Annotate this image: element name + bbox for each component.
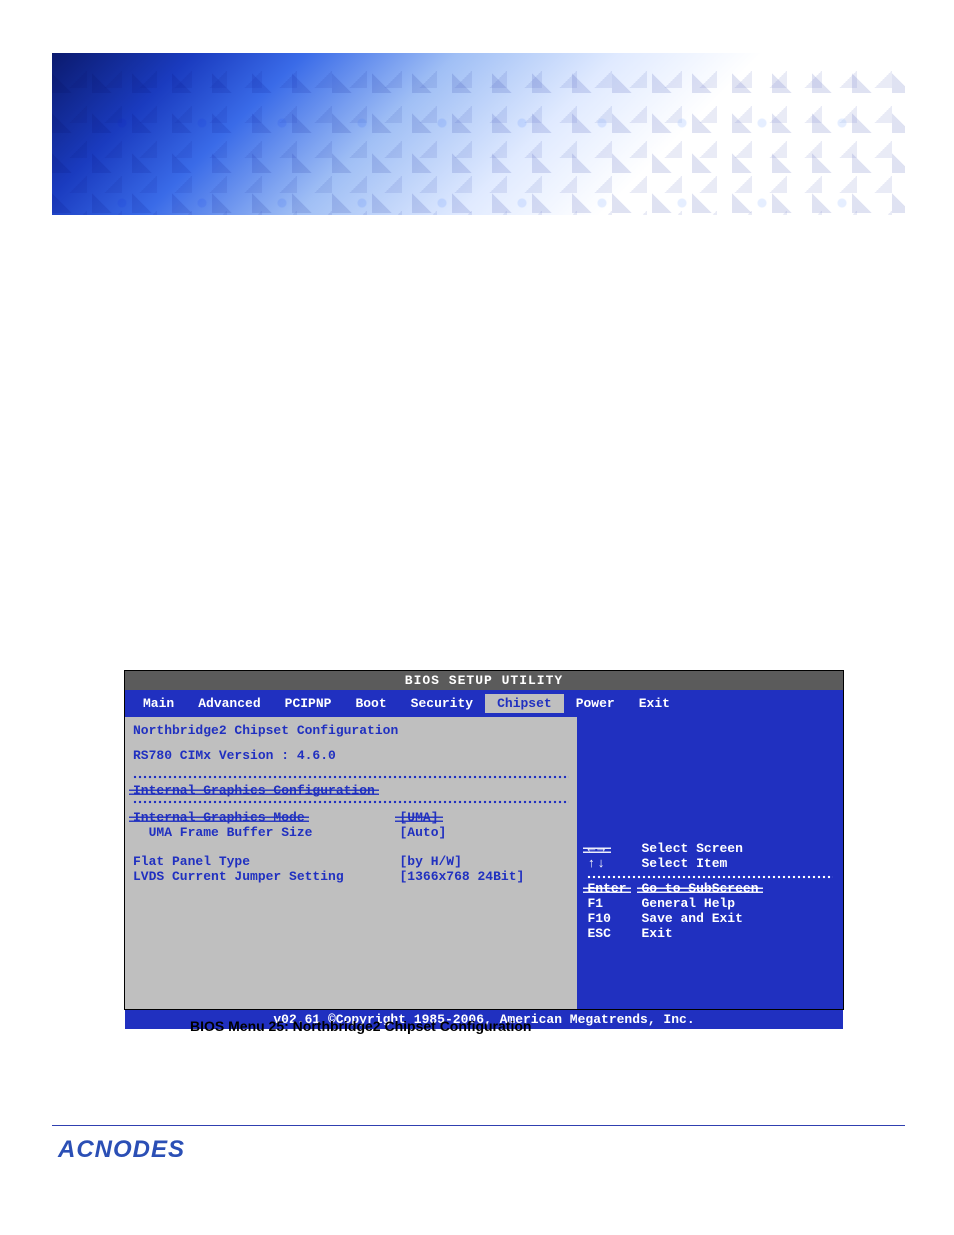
help-select-screen: ←→ Select Screen (587, 841, 833, 856)
setting-value: [Auto] (399, 825, 569, 840)
setting-row-redacted[interactable]: Internal Graphics Mode [UMA] (133, 810, 569, 825)
footer-rule (52, 1125, 905, 1126)
help-subscreen-redacted: Enter Go to SubScreen (587, 881, 833, 896)
version-line: RS780 CIMx Version : 4.6.0 (133, 748, 569, 763)
bios-menu: Main Advanced PCIPNP Boot Security Chips… (125, 690, 843, 717)
divider (133, 800, 569, 804)
header-banner (52, 53, 905, 215)
setting-value: [by H/W] (399, 854, 569, 869)
help-f1: F1 General Help (587, 896, 833, 911)
tab-chipset[interactable]: Chipset (485, 694, 564, 713)
section-title: Northbridge2 Chipset Configuration (133, 723, 569, 738)
tab-boot[interactable]: Boot (343, 694, 398, 713)
help-esc: ESC Exit (587, 926, 833, 941)
setting-row-uma-buffer[interactable]: UMA Frame Buffer Size [Auto] (133, 825, 569, 840)
brand-logo: ACNODES (58, 1136, 185, 1164)
setting-label: Flat Panel Type (133, 854, 399, 869)
bios-body: Northbridge2 Chipset Configuration RS780… (125, 717, 843, 1009)
bios-title: BIOS SETUP UTILITY (125, 671, 843, 690)
figure-caption: BIOS Menu 25: Northbridge2 Chipset Confi… (190, 1018, 531, 1034)
setting-row-flat-panel[interactable]: Flat Panel Type [by H/W] (133, 854, 569, 869)
help-f10: F10 Save and Exit (587, 911, 833, 926)
group-header-redacted: Internal Graphics Configuration (133, 783, 569, 798)
setting-value: [1366x768 24Bit] (399, 869, 569, 884)
tab-advanced[interactable]: Advanced (186, 694, 272, 713)
setting-label: UMA Frame Buffer Size (133, 825, 399, 840)
setting-label: LVDS Current Jumper Setting (133, 869, 399, 884)
bios-left-panel: Northbridge2 Chipset Configuration RS780… (125, 717, 577, 1009)
tab-pcipnp[interactable]: PCIPNP (273, 694, 344, 713)
divider (133, 775, 569, 779)
setting-row-lvds-jumper[interactable]: LVDS Current Jumper Setting [1366x768 24… (133, 869, 569, 884)
tab-exit[interactable]: Exit (627, 694, 682, 713)
banner-texture (52, 53, 905, 215)
tab-security[interactable]: Security (399, 694, 485, 713)
bios-right-panel: ←→ Select Screen ↑↓ Select Item Enter Go… (577, 717, 843, 1009)
tab-power[interactable]: Power (564, 694, 627, 713)
help-select-item: ↑↓ Select Item (587, 856, 833, 871)
bios-screenshot: BIOS SETUP UTILITY Main Advanced PCIPNP … (124, 670, 844, 1010)
tab-main[interactable]: Main (131, 694, 186, 713)
divider (587, 875, 833, 879)
